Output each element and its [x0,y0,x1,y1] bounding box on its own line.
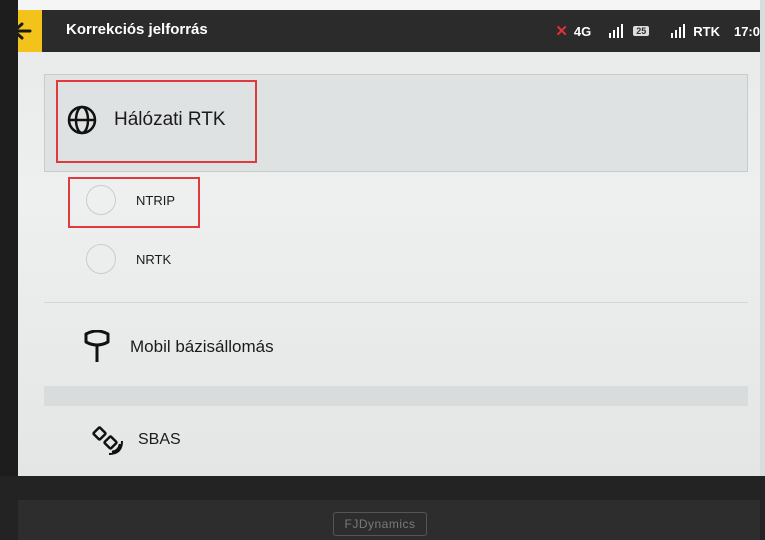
rtk-label: RTK [693,23,720,39]
divider [44,302,748,303]
clock: 17:0 [733,23,760,39]
screen: Korrekciós jelforrás ✕ 4G 25 RTK 17:0 Há… [18,10,760,476]
back-button[interactable] [18,10,42,52]
mobile-base-option[interactable]: Mobil bázisállomás [82,330,274,364]
nrtk-label: NRTK [136,251,172,267]
device-bezel-right [760,0,765,540]
device-bezel-left [0,0,18,540]
satellite-icon [92,426,123,455]
nrtk-radio[interactable] [86,244,116,274]
divider-band [44,386,748,406]
status-bar: Korrekciós jelforrás ✕ 4G 25 RTK 17:0 [18,10,760,52]
status-indicators: ✕ 4G 25 RTK 17:0 [555,22,760,40]
sbas-label: SBAS [138,431,181,448]
page-title: Korrekciós jelforrás [66,21,208,38]
highlight-ntrip [68,177,200,228]
rtk-signal-icon [671,24,686,38]
highlight-network-rtk [56,80,257,163]
satellite-count: 25 [633,26,650,36]
brand-logo: FJDynamics [333,512,427,536]
network-type: 4G [573,23,592,39]
no-connection-icon: ✕ [555,23,568,40]
back-arrow-icon [18,22,32,40]
nrtk-option[interactable]: NRTK [86,244,171,274]
mobile-base-label: Mobil bázisállomás [130,337,274,356]
satellite-signal-icon [609,24,624,38]
sbas-option[interactable]: SBAS [92,424,181,456]
antenna-icon [84,330,110,362]
